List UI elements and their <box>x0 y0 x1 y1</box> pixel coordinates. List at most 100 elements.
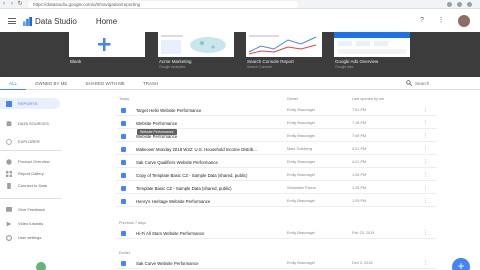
tab-all[interactable]: ALL <box>0 78 27 90</box>
sidebar-item-connect-to-data[interactable]: Connect to Data <box>0 180 62 191</box>
sidebar-item-video-tutorials[interactable]: Video tutorials <box>0 218 62 229</box>
sidebar-item-label: DATA SOURCES <box>18 121 49 126</box>
extension-icon[interactable] <box>467 1 472 7</box>
sidebar-item-user-settings[interactable]: User settings <box>0 232 62 243</box>
column-last-opened[interactable]: Last opened by me <box>352 97 384 101</box>
sidebar: REPORTS DATA SOURCES EXPLORER Product Ov… <box>0 98 62 270</box>
template-name: Blank <box>70 59 82 64</box>
browser-extensions <box>447 1 480 7</box>
sidebar-item-product-overview[interactable]: Product Overview <box>0 156 62 167</box>
report-date: 7:49 PM <box>352 134 367 138</box>
section-header: Previous 7 days <box>117 218 437 227</box>
template-thumbnail <box>158 32 234 57</box>
extension-icon[interactable] <box>447 1 452 7</box>
report-date: Dec 3, 2018 <box>352 261 373 265</box>
template-card-search-console[interactable]: Search Console Report Search Console <box>246 32 322 77</box>
sidebar-divider <box>0 198 62 199</box>
template-thumbnail <box>334 32 410 57</box>
report-icon <box>121 186 126 191</box>
create-report-button[interactable]: + <box>452 258 470 270</box>
report-name[interactable]: Template Basic CZ - Sample Data (shared,… <box>136 186 232 191</box>
avatar[interactable] <box>458 15 470 27</box>
more-vert-icon[interactable]: ⋮ <box>423 133 428 139</box>
data-studio-logo-icon <box>23 16 32 26</box>
sidebar-item-give-feedback[interactable]: Give Feedback <box>0 204 62 215</box>
section-title: Previous 7 days <box>119 221 147 225</box>
report-icon <box>121 134 126 139</box>
report-icon <box>121 173 126 178</box>
sidebar-item-label: Product Overview <box>18 159 50 164</box>
table-row[interactable]: Hi-Fi All Stars Website Performance Emil… <box>117 228 437 239</box>
more-vert-icon[interactable]: ⋮ <box>423 260 428 266</box>
sidebar-item-explorer[interactable]: EXPLORER <box>0 136 62 147</box>
report-icon <box>121 160 126 165</box>
report-date: 7:51 PM <box>352 108 367 112</box>
report-name[interactable]: Henry's Heritage Website Performance <box>136 199 210 204</box>
column-owner[interactable]: Owner <box>287 97 298 101</box>
report-owner: Mark Goldberg <box>287 147 313 151</box>
table-row[interactable]: Website Performance Emily Braunagel 7:18… <box>117 118 437 129</box>
report-name[interactable]: Website Performance <box>136 121 177 126</box>
more-vert-icon[interactable]: ⋮ <box>423 120 428 126</box>
report-name[interactable]: Hi-Fi All Stars Website Performance <box>136 231 204 236</box>
sidebar-divider <box>0 150 62 151</box>
report-name[interactable]: Sak Curve Qualifiers Website Performance <box>136 160 218 165</box>
tooltip: Website Performance <box>137 129 177 135</box>
report-name[interactable]: Target Hello Website Performance <box>136 108 201 113</box>
apps-grid-icon[interactable]: ⋮ <box>437 17 445 25</box>
sidebar-item-reports[interactable]: REPORTS <box>0 98 60 109</box>
app-title: Data Studio <box>35 16 77 26</box>
settings-icon <box>6 234 12 241</box>
hamburger-menu-icon[interactable] <box>7 16 17 26</box>
sidebar-item-label: Report Gallery <box>18 171 44 176</box>
report-name[interactable]: Copy of Template Basic CZ - Sample Data … <box>136 173 247 178</box>
more-vert-icon[interactable]: ⋮ <box>423 159 428 165</box>
table-row[interactable]: Sak Curve Qualifiers Website Performance… <box>117 157 437 168</box>
search-box[interactable] <box>406 80 465 86</box>
datasource-icon <box>6 120 12 126</box>
template-card-google-ads[interactable]: Google Ads Overview Google Ads <box>334 32 410 77</box>
report-date: 1:28 PM <box>352 173 367 177</box>
table-row[interactable]: Target Hello Website Performance Emily B… <box>117 105 437 116</box>
more-vert-icon[interactable]: ⋮ <box>423 172 428 178</box>
search-input[interactable] <box>415 80 465 86</box>
more-vert-icon[interactable]: ⋮ <box>423 185 428 191</box>
extension-icon[interactable] <box>457 1 462 7</box>
report-icon <box>121 147 126 152</box>
forward-icon[interactable]: › <box>8 0 16 8</box>
report-name[interactable]: Makeover Monday 2018 W32: U.S. Household… <box>136 147 257 152</box>
table-row[interactable]: Copy of Template Basic CZ - Sample Data … <box>117 170 437 181</box>
more-vert-icon[interactable]: ⋮ <box>423 146 428 152</box>
tab-trash[interactable]: TRASH <box>134 78 167 90</box>
more-vert-icon[interactable]: ⋮ <box>423 107 428 113</box>
table-row[interactable]: Henry's Heritage Website Performance Emi… <box>117 196 437 207</box>
tab-shared-with-me[interactable]: SHARED WITH ME <box>76 78 134 90</box>
template-card-blank[interactable]: Blank <box>69 32 145 77</box>
more-vert-icon[interactable]: ⋮ <box>423 198 428 204</box>
reload-icon[interactable]: ↻ <box>16 0 24 8</box>
table-row[interactable]: Template Basic CZ - Sample Data (shared,… <box>117 183 437 194</box>
url-bar[interactable]: https://datastudio.google.com/u/0/naviga… <box>28 0 298 8</box>
filter-tabs: ALL OWNED BY ME SHARED WITH ME TRASH <box>0 78 480 90</box>
report-owner: Emily Braunagel <box>287 134 315 138</box>
info-icon <box>6 158 12 165</box>
table-row[interactable]: Makeover Monday 2018 W32: U.S. Household… <box>117 144 437 155</box>
template-thumbnail <box>69 32 145 57</box>
more-vert-icon[interactable]: ⋮ <box>423 230 428 236</box>
template-source: Search Console <box>247 65 272 69</box>
sidebar-item-report-gallery[interactable]: Report Gallery <box>0 168 62 179</box>
template-card-acme[interactable]: Acme Marketing Google Analytics <box>158 32 234 77</box>
section-header: Today Owner Last opened by me <box>117 94 437 103</box>
report-owner: Emily Braunagel <box>287 261 315 265</box>
sidebar-item-label: EXPLORER <box>18 139 40 144</box>
tab-owned-by-me[interactable]: OWNED BY ME <box>26 78 76 90</box>
sidebar-item-data-sources[interactable]: DATA SOURCES <box>0 118 62 129</box>
sidebar-item-label: Give Feedback <box>18 207 45 212</box>
report-owner: Emily Braunagel <box>287 231 315 235</box>
report-name[interactable]: Sak Curve Website Performance <box>136 261 199 266</box>
help-icon[interactable]: ? <box>418 17 426 25</box>
sidebar-item-label: Video tutorials <box>18 221 44 226</box>
page-title: Home <box>95 16 118 26</box>
back-icon[interactable]: ‹ <box>0 0 8 8</box>
table-row[interactable]: Sak Curve Website Performance Emily Brau… <box>117 258 437 269</box>
